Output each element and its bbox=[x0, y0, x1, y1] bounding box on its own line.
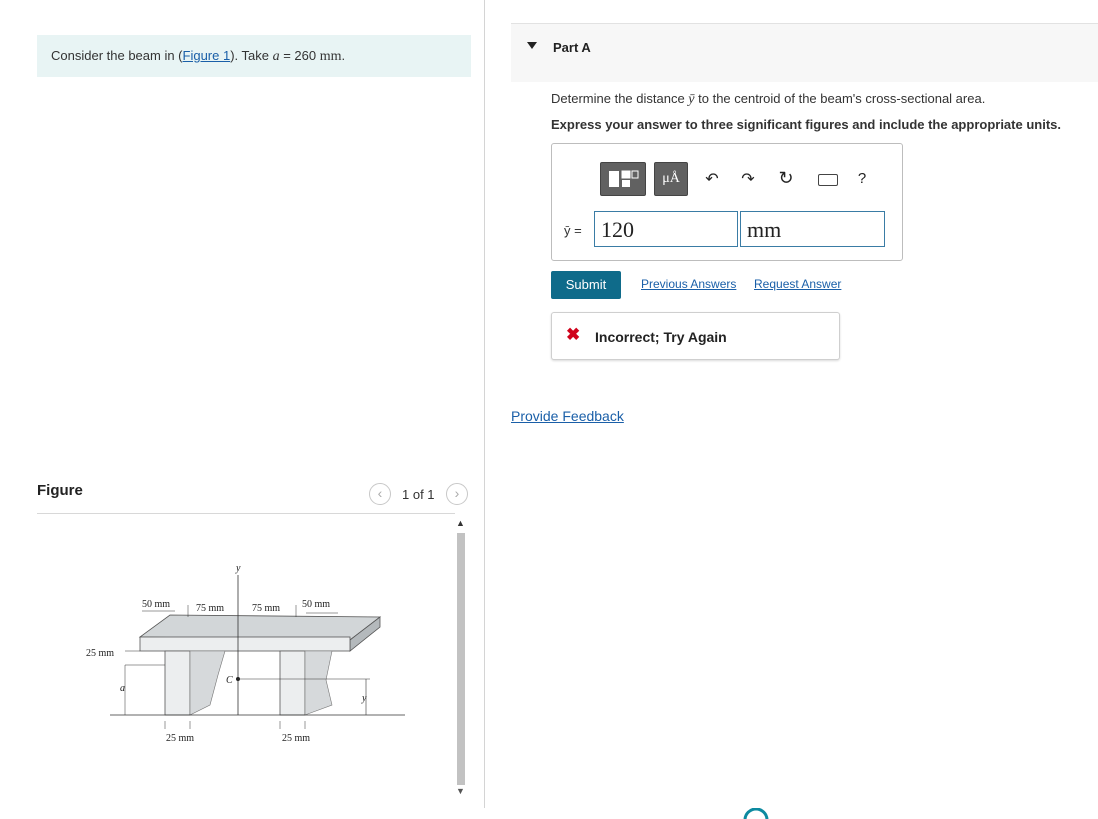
right-web bbox=[279, 650, 306, 716]
chevron-left-icon[interactable]: ‹ bbox=[369, 483, 391, 505]
y-axis-label: y bbox=[235, 563, 241, 574]
problem-statement: Consider the beam in (Figure 1). Take a … bbox=[37, 35, 471, 77]
part-a-header[interactable]: Part A bbox=[511, 23, 1098, 82]
left-web bbox=[164, 650, 191, 716]
right-web-break bbox=[304, 650, 333, 716]
answer-units-input[interactable]: mm bbox=[740, 211, 885, 247]
templates-icon[interactable] bbox=[600, 162, 646, 196]
x-icon: ✖ bbox=[566, 325, 581, 344]
submit-button[interactable]: Submit bbox=[551, 271, 621, 299]
panel-divider bbox=[484, 0, 485, 808]
flange-top-surface bbox=[138, 614, 382, 641]
instruction-text: Express your answer to three significant… bbox=[551, 117, 1061, 132]
request-answer-link[interactable]: Request Answer bbox=[754, 277, 841, 291]
answer-box: μÅ ↶ ↷ ↻ ? ȳ = 120 mm bbox=[551, 143, 903, 261]
answer-value-input[interactable]: 120 bbox=[594, 211, 738, 247]
figure-divider bbox=[37, 513, 455, 514]
dim-75mm-right: 75 mm bbox=[252, 603, 280, 614]
collapse-caret-icon[interactable] bbox=[527, 42, 537, 49]
provide-feedback-link[interactable]: Provide Feedback bbox=[511, 408, 624, 424]
part-a-title: Part A bbox=[553, 40, 591, 55]
figure-page-count: 1 of 1 bbox=[402, 487, 435, 502]
undo-icon[interactable]: ↶ bbox=[702, 169, 722, 189]
scrollbar-thumb[interactable] bbox=[457, 533, 465, 785]
dim-75mm-left: 75 mm bbox=[196, 603, 224, 614]
templates-glyph bbox=[609, 170, 639, 187]
problem-unit: mm bbox=[319, 49, 342, 64]
help-button[interactable]: ? bbox=[852, 170, 872, 187]
problem-text: Consider the beam in (Figure 1). Take a … bbox=[51, 48, 345, 65]
problem-prefix: Consider the beam in ( bbox=[51, 48, 183, 63]
keyboard-icon[interactable] bbox=[818, 174, 838, 186]
redo-icon[interactable]: ↷ bbox=[738, 169, 758, 189]
reset-icon[interactable]: ↻ bbox=[776, 168, 796, 189]
figure-link[interactable]: Figure 1 bbox=[183, 48, 231, 63]
dim-a-label: a bbox=[120, 683, 125, 694]
dim-25mm-left-web: 25 mm bbox=[166, 733, 194, 744]
dim-25mm-right-web: 25 mm bbox=[282, 733, 310, 744]
centroid-label: C bbox=[226, 675, 233, 686]
ybar-label: y bbox=[361, 693, 367, 704]
figure-scrollbar[interactable]: ▲ ▼ bbox=[453, 518, 469, 800]
problem-equals: = 260 bbox=[279, 48, 320, 63]
dim-50mm-left: 50 mm bbox=[142, 599, 170, 610]
pearson-logo-icon bbox=[743, 808, 769, 819]
beam-figure: y C y 50 mm 75 mm 75 mm 50 mm 25 mm a 25… bbox=[86, 563, 405, 744]
feedback-message-box: ✖ Incorrect; Try Again bbox=[551, 312, 840, 360]
problem-suffix: . bbox=[341, 48, 346, 63]
problem-middle: ). Take bbox=[230, 48, 273, 63]
question-prefix: Determine the distance bbox=[551, 91, 689, 106]
flange-front bbox=[139, 636, 351, 652]
question-text: Determine the distance ȳ to the centroid… bbox=[551, 91, 985, 108]
dim-25mm-flange: 25 mm bbox=[86, 648, 114, 659]
previous-answers-link[interactable]: Previous Answers bbox=[641, 277, 736, 291]
feedback-message: Incorrect; Try Again bbox=[595, 329, 727, 345]
question-suffix: to the centroid of the beam's cross-sect… bbox=[694, 91, 986, 106]
answer-label: ȳ = bbox=[564, 223, 582, 238]
chevron-right-icon[interactable]: › bbox=[446, 483, 468, 505]
units-button[interactable]: μÅ bbox=[654, 162, 688, 196]
variable-a: a bbox=[272, 49, 280, 64]
dim-50mm-right: 50 mm bbox=[302, 599, 330, 610]
left-web-break bbox=[189, 650, 226, 716]
figure-heading: Figure bbox=[37, 482, 83, 499]
scroll-up-icon[interactable]: ▲ bbox=[456, 518, 465, 528]
scroll-down-icon[interactable]: ▼ bbox=[456, 786, 465, 796]
